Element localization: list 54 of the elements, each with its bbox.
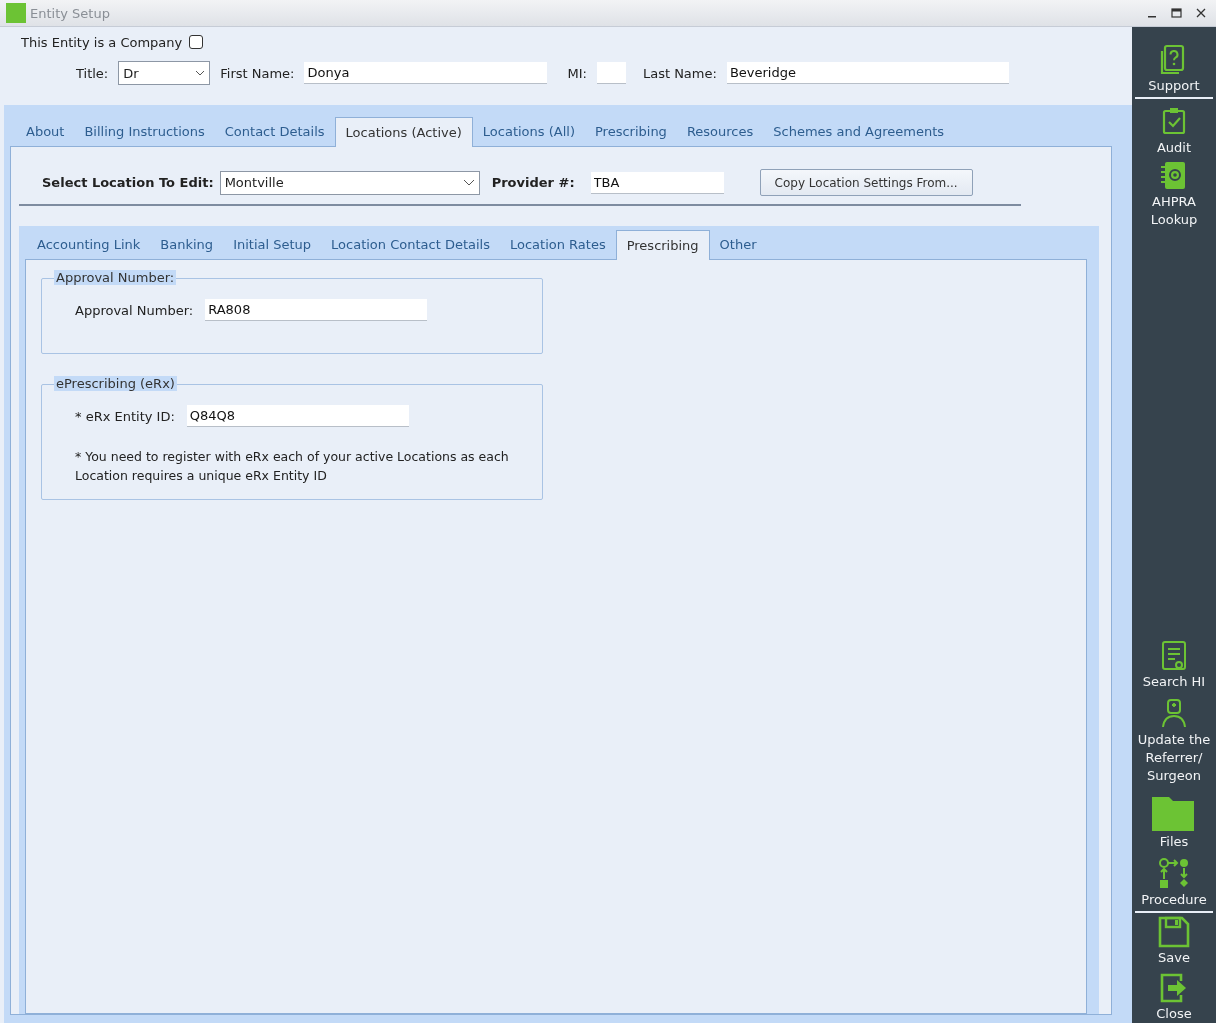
maximize-icon[interactable] bbox=[1171, 8, 1182, 18]
label: Last Name: bbox=[642, 65, 717, 81]
label: Provider #: bbox=[491, 175, 575, 190]
tab[interactable]: Banking bbox=[150, 232, 224, 259]
copy-settings-button[interactable]: Copy Location Settings From... bbox=[759, 169, 973, 196]
label: First Name: bbox=[220, 65, 295, 81]
close-icon[interactable] bbox=[1196, 8, 1206, 18]
last-name-field[interactable]: Beveridge bbox=[726, 62, 1009, 84]
sidebar-button[interactable]: Support bbox=[1133, 43, 1215, 95]
chevron-down-icon bbox=[195, 70, 206, 76]
label: This Entity is a Company bbox=[21, 34, 183, 50]
sidebar-button[interactable]: Search HI bbox=[1133, 639, 1215, 691]
label: * eRx Entity ID: bbox=[75, 408, 175, 424]
text-field[interactable]: Q84Q8 bbox=[186, 405, 409, 427]
group-title: Approval Number: bbox=[54, 270, 177, 285]
tab[interactable]: Locations (Active) bbox=[334, 117, 473, 147]
tab[interactable]: Locations (All) bbox=[472, 119, 585, 146]
mi-field[interactable] bbox=[596, 62, 626, 84]
chevron-down-icon bbox=[462, 179, 475, 186]
provider-field[interactable]: TBA bbox=[590, 171, 724, 194]
text-field[interactable]: RA808 bbox=[205, 299, 428, 321]
label: Title: bbox=[76, 65, 109, 81]
tab[interactable]: Accounting Link bbox=[27, 232, 151, 259]
sidebar-button[interactable]: Close bbox=[1133, 971, 1215, 1023]
tab[interactable]: Initial Setup bbox=[223, 232, 322, 259]
sidebar-button[interactable]: Procedure bbox=[1133, 857, 1215, 909]
tab[interactable]: Location Rates bbox=[500, 232, 616, 259]
app-logo-icon bbox=[6, 3, 26, 23]
label: Select Location To Edit: bbox=[42, 175, 214, 190]
tab[interactable]: Prescribing bbox=[615, 230, 710, 260]
label: Approval Number: bbox=[75, 302, 194, 318]
tab[interactable]: About bbox=[16, 119, 75, 146]
flowchart-icon bbox=[1157, 857, 1191, 891]
window-title: Entity Setup bbox=[30, 5, 110, 21]
tab[interactable]: Schemes and Agreements bbox=[763, 119, 955, 146]
tab[interactable]: Prescribing bbox=[584, 119, 677, 146]
sidebar-button[interactable]: Audit bbox=[1133, 105, 1215, 157]
first-name-field[interactable]: Donya bbox=[304, 62, 548, 84]
tab[interactable]: Other bbox=[709, 232, 767, 259]
tab[interactable]: Resources bbox=[676, 119, 764, 146]
tab[interactable]: Location Contact Details bbox=[321, 232, 500, 259]
note-text: * You need to register with eRx each of your active Locations as each Location requires a unique eRx Entity ID bbox=[75, 448, 510, 485]
group-title: ePrescribing (eRx) bbox=[54, 376, 177, 391]
tab[interactable]: Billing Instructions bbox=[74, 119, 215, 146]
title-dropdown[interactable]: Dr bbox=[118, 61, 211, 85]
sidebar-button[interactable]: AHPRA Lookup bbox=[1133, 159, 1215, 229]
sidebar-button[interactable]: Files bbox=[1133, 791, 1215, 851]
save-icon bbox=[1157, 915, 1191, 949]
tab[interactable]: Contact Details bbox=[214, 119, 335, 146]
checkbox[interactable] bbox=[189, 35, 204, 49]
location-dropdown[interactable]: Montville bbox=[219, 170, 480, 195]
label: MI: bbox=[567, 65, 587, 81]
sidebar-button[interactable]: Update the Referrer/ Surgeon bbox=[1133, 697, 1215, 785]
sidebar-button[interactable]: Save bbox=[1133, 915, 1215, 967]
